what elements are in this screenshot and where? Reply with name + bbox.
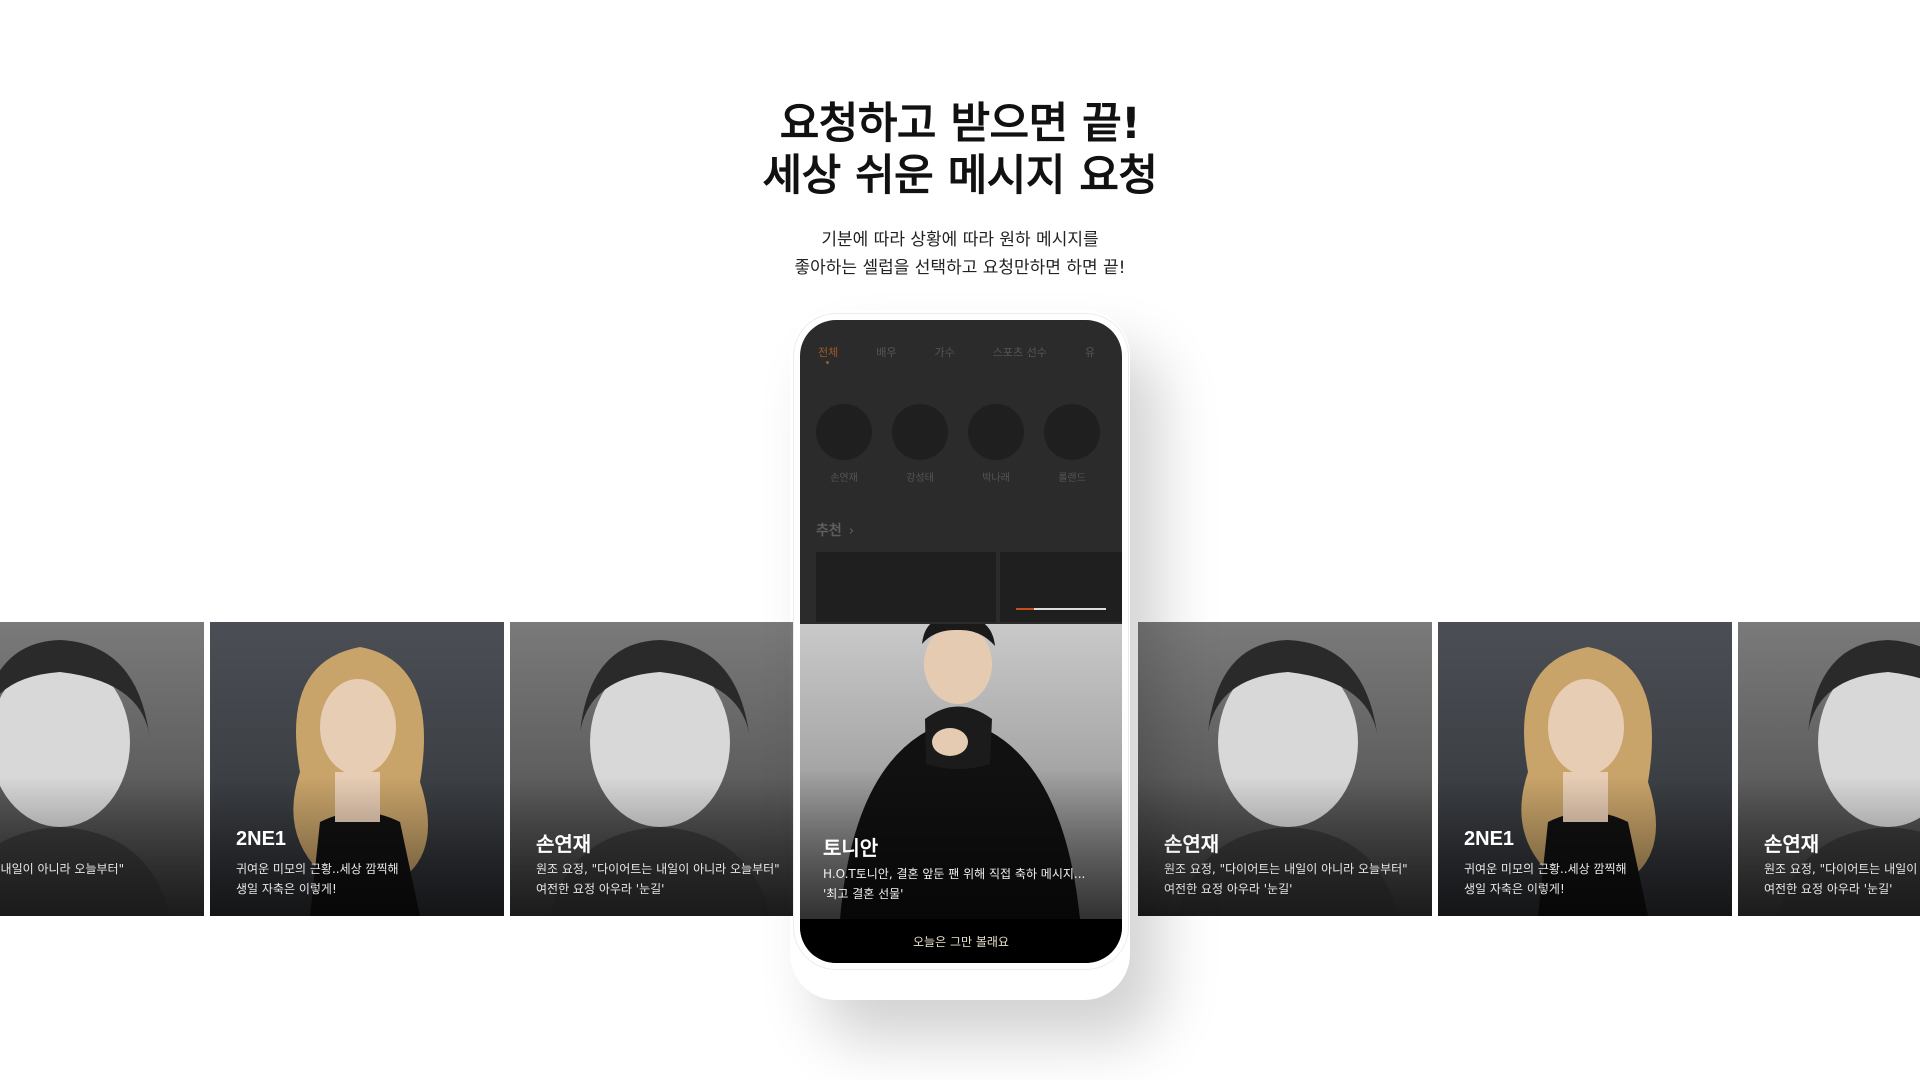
avatar (892, 404, 948, 460)
recommend-title: 추천 (816, 523, 842, 539)
tab-athlete[interactable]: 스포츠 선수 (993, 344, 1047, 360)
avatar-name: 박나래 (982, 473, 1010, 484)
headline-subtitle: 기분에 따라 상황에 따라 원하 메시지를 좋아하는 셀럽을 선택하고 요청만하… (0, 226, 1920, 282)
card-name: 손연재 (1164, 834, 1220, 856)
celebrity-card[interactable]: "다이어트는 내일이 아니라 오늘부터" 이라 '눈길' (0, 622, 204, 916)
card-description: 귀여운 미모의 근황..세상 깜찍해 생일 자축은 이렇게! (1464, 862, 1627, 896)
celebrity-avatar-item[interactable]: 강성태 (892, 404, 948, 484)
headline-section: 요청하고 받으면 끝! 세상 쉬운 메시지 요청 기분에 따라 상황에 따라 원… (0, 98, 1920, 282)
featured-name: 토니안 (823, 836, 879, 860)
avatar-name: 롤랜드 (1058, 473, 1086, 484)
card-name: 손연재 (1764, 834, 1820, 856)
headline-title: 요청하고 받으면 끝! 세상 쉬운 메시지 요청 (0, 98, 1920, 202)
celebrity-avatar-item[interactable]: 롤랜드 (1044, 404, 1100, 484)
featured-description: H.O.T토니안, 결혼 앞둔 팬 위해 직접 축하 메시지... '최고 결혼… (823, 867, 1086, 901)
recommend-row (816, 552, 1122, 622)
subtitle-line-2: 좋아하는 셀럽을 선택하고 요청만하면 하면 끝! (794, 258, 1126, 278)
tab-singer[interactable]: 가수 (935, 344, 955, 360)
card-description: "다이어트는 내일이 아니라 오늘부터" 이라 '눈길' (0, 862, 125, 876)
featured-celebrity[interactable]: 토니안 H.O.T토니안, 결혼 앞둔 팬 위해 직접 축하 메시지... '최… (800, 624, 1122, 919)
celebrity-card[interactable]: 손연재 원조 요정, "다이어트는 내일이 아니라 오늘부터" 여전한 요정 아… (1138, 622, 1432, 916)
celebrity-avatar-item[interactable]: 박나래 (968, 404, 1024, 484)
carousel-progress (1016, 608, 1106, 610)
subtitle-line-1: 기분에 따라 상황에 따라 원하 메시지를 (821, 230, 1099, 250)
tab-more[interactable]: 유 (1085, 344, 1095, 360)
recommend-card[interactable] (1000, 552, 1122, 622)
category-tabs: 전체 배우 가수 스포츠 선수 유 (800, 344, 1122, 364)
card-name: 2NE1 (236, 828, 287, 850)
landing-stage: 요청하고 받으면 끝! 세상 쉬운 메시지 요청 기분에 따라 상황에 따라 원… (0, 0, 1920, 1080)
celebrity-avatar-item[interactable]: 손연재 (816, 404, 872, 484)
celebrity-card[interactable]: 손연재 원조 요정, "다이어트는 내일이 아니라 오늘부터" 여전한 요정 아… (510, 622, 804, 916)
celebrity-card[interactable]: 2NE1 귀여운 미모의 근황..세상 깜찍해 생일 자축은 이렇게! (1438, 622, 1732, 916)
celebrity-avatars: 손연재 강성태 박나래 롤랜드 (816, 404, 1100, 484)
tab-all[interactable]: 전체 (818, 344, 838, 364)
recommend-card[interactable] (816, 552, 996, 622)
headline-line-2: 세상 쉬운 메시지 요청 (762, 151, 1158, 201)
tab-actor[interactable]: 배우 (876, 344, 896, 360)
recommend-link[interactable]: 추천 › (816, 520, 854, 540)
celebrity-card[interactable]: 2NE1 귀여운 미모의 근황..세상 깜찍해 생일 자축은 이렇게! (210, 622, 504, 916)
card-description: 원조 요정, "다이어트는 내일이 아니라 오늘부터" 여전한 요정 아우라 '… (1764, 862, 1918, 896)
chevron-right-icon: › (848, 523, 855, 539)
card-description: 원조 요정, "다이어트는 내일이 아니라 오늘부터" 여전한 요정 아우라 '… (536, 862, 780, 896)
avatar (1044, 404, 1100, 460)
card-name: 손연재 (536, 834, 592, 856)
avatar-name: 손연재 (830, 473, 858, 484)
phone-mockup: 전체 배우 가수 스포츠 선수 유 손연재 강성태 박나래 롤랜드 추천 › 토… (794, 314, 1128, 969)
phone-screen: 전체 배우 가수 스포츠 선수 유 손연재 강성태 박나래 롤랜드 추천 › 토… (800, 320, 1122, 963)
headline-line-1: 요청하고 받으면 끝! (779, 99, 1141, 149)
avatar-name: 강성태 (906, 473, 934, 484)
card-description: 원조 요정, "다이어트는 내일이 아니라 오늘부터" 여전한 요정 아우라 '… (1164, 862, 1408, 896)
avatar (816, 404, 872, 460)
avatar (968, 404, 1024, 460)
celebrity-card[interactable]: 손연재 원조 요정, "다이어트는 내일이 아니라 오늘부터" 여전한 요정 아… (1738, 622, 1920, 916)
card-name: 2NE1 (1464, 828, 1515, 850)
card-description: 귀여운 미모의 근황..세상 깜찍해 생일 자축은 이렇게! (236, 862, 399, 896)
progress-fill (1016, 608, 1034, 610)
dismiss-today-button[interactable]: 오늘은 그만 볼래요 (800, 919, 1122, 963)
